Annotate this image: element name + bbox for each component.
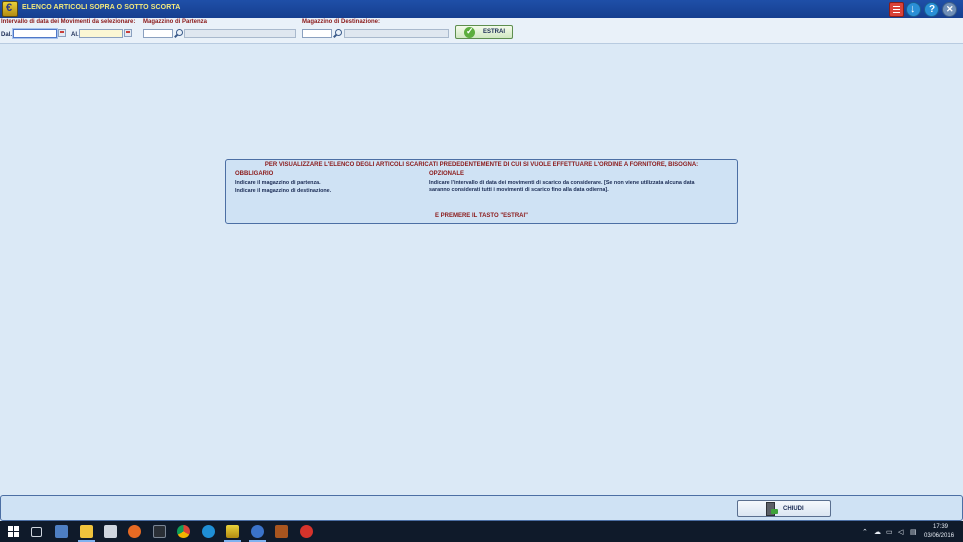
tray-network-icon[interactable]: ▭ <box>886 528 893 536</box>
app-pinned-icon[interactable] <box>55 525 68 538</box>
task-view-icon[interactable] <box>31 527 42 537</box>
mag-destinazione-desc <box>344 29 449 38</box>
exit-door-icon <box>766 502 778 516</box>
close-icon[interactable] <box>942 2 957 17</box>
mag-destinazione-code-input[interactable] <box>302 29 332 38</box>
file-explorer-icon[interactable] <box>78 525 95 542</box>
obbligario-line-2: Indicare il magazzino di destinazione. <box>235 188 332 194</box>
estrai-button[interactable]: ESTRAI <box>455 25 513 39</box>
download-icon[interactable] <box>906 2 921 17</box>
opzionale-line-1: Indicare l'intervallo di data dei movime… <box>429 180 695 186</box>
date-from-input[interactable] <box>13 29 57 38</box>
tray-message-icon[interactable]: ▤ <box>910 528 917 536</box>
search-destinazione-icon[interactable] <box>333 29 342 38</box>
dal-label: Dal. <box>1 32 13 38</box>
active-app-icon[interactable] <box>224 525 241 542</box>
internet-explorer-icon[interactable] <box>202 525 215 538</box>
mag-partenza-code-input[interactable] <box>143 29 173 38</box>
app-brown-icon[interactable] <box>275 525 288 538</box>
calculator-icon[interactable] <box>889 2 904 17</box>
opzionale-header: OPZIONALE <box>429 171 465 177</box>
chiudi-button[interactable]: CHIUDI <box>737 500 831 517</box>
window-title: ELENCO ARTICOLI SOPRA O SOTTO SCORTA <box>22 4 181 11</box>
title-bar: ELENCO ARTICOLI SOPRA O SOTTO SCORTA <box>0 0 963 18</box>
app-globe-icon[interactable] <box>249 525 266 542</box>
info-footer: E PREMERE IL TASTO "ESTRAI" <box>434 213 529 219</box>
date-to-input[interactable] <box>79 29 123 38</box>
app-logo-icon <box>2 1 18 17</box>
obbligario-header: OBBLIGARIO <box>235 171 274 177</box>
filter-strip: Intervallo di data dei Movimenti da sele… <box>0 18 963 44</box>
mag-destinazione-label: Magazzino di Destinazione: <box>302 19 381 25</box>
taskbar: ⌃ ☁ ▭ ◁ ▤ 17:39 03/06/2016 <box>0 521 963 542</box>
help-icon[interactable] <box>924 2 939 17</box>
mag-partenza-label: Magazzino di Partenza <box>143 19 208 25</box>
tray-chevron-up-icon[interactable]: ⌃ <box>862 528 868 536</box>
info-panel: PER VISUALIZZARE L'ELENCO DEGLI ARTICOLI… <box>225 159 738 224</box>
app-dark-icon[interactable] <box>153 525 166 538</box>
mag-partenza-desc <box>184 29 296 38</box>
windows-start-icon[interactable] <box>8 526 19 537</box>
tray-cloud-icon[interactable]: ☁ <box>874 528 881 536</box>
check-icon <box>464 26 475 38</box>
firefox-icon[interactable] <box>128 525 141 538</box>
info-title: PER VISUALIZZARE L'ELENCO DEGLI ARTICOLI… <box>264 162 699 168</box>
date-range-label: Intervallo di data dei Movimenti da sele… <box>1 19 136 25</box>
search-partenza-icon[interactable] <box>174 29 183 38</box>
clock-date[interactable]: 03/06/2016 <box>924 533 954 539</box>
app-red-icon[interactable] <box>300 525 313 538</box>
calendar-to-icon[interactable] <box>124 29 132 37</box>
calendar-from-icon[interactable] <box>58 29 66 37</box>
app-window-icon[interactable] <box>104 525 117 538</box>
chrome-icon[interactable] <box>177 525 190 538</box>
clock-time[interactable]: 17:39 <box>933 524 948 530</box>
opzionale-line-2: saranno considerati tutti i movimenti di… <box>429 187 609 193</box>
chiudi-label: CHIUDI <box>783 506 804 512</box>
tray-volume-icon[interactable]: ◁ <box>898 528 903 536</box>
al-label: Al. <box>71 32 79 38</box>
bottom-bar: CHIUDI <box>0 495 963 521</box>
estrai-label: ESTRAI <box>483 29 506 35</box>
obbligario-line-1: Indicare il magazzino di partenza. <box>235 180 321 186</box>
